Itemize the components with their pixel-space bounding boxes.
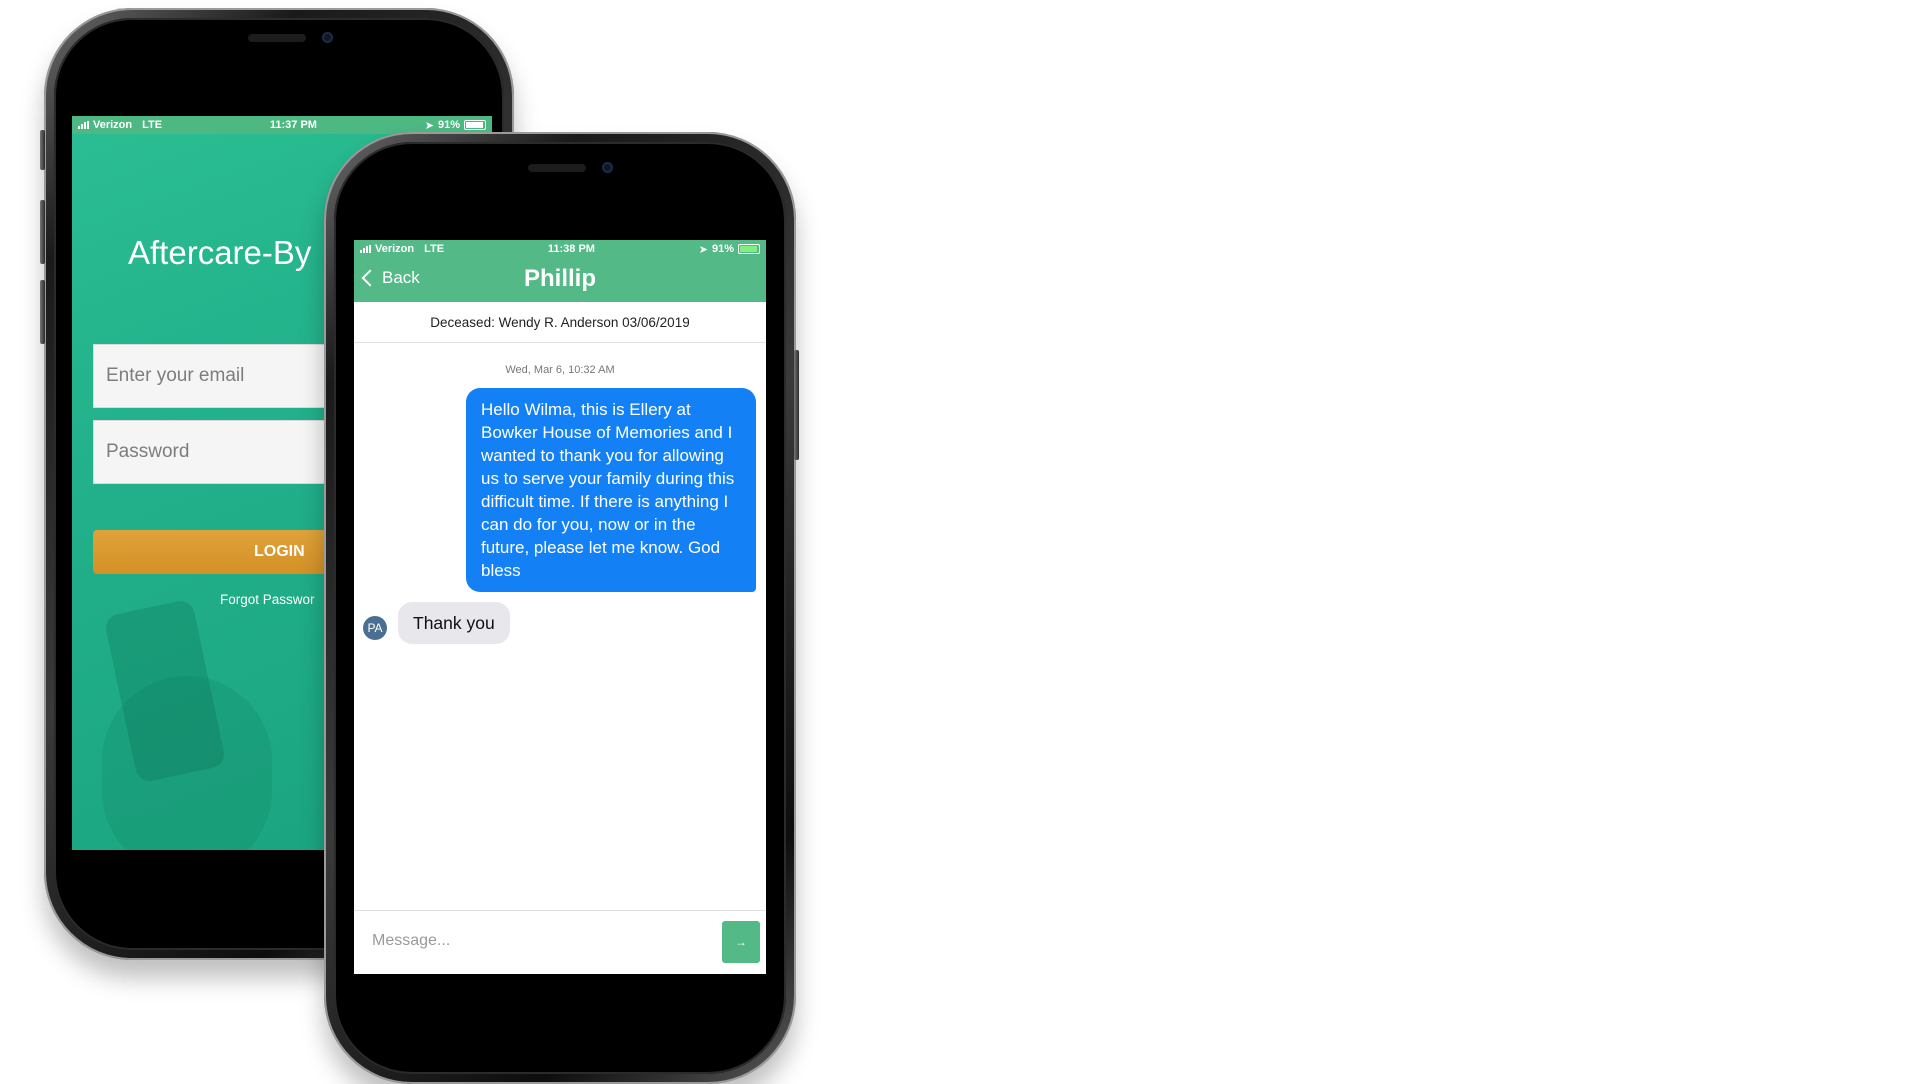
battery-percent: 91% (437, 119, 460, 131)
nav-bar: Back Phillip (354, 258, 766, 302)
front-camera (322, 32, 333, 43)
volume-down-button (40, 280, 45, 344)
clock: 11:38 PM (547, 243, 595, 255)
message-timestamp: Wed, Mar 6, 10:32 AM (505, 364, 615, 376)
location-icon: ➤ (424, 119, 434, 132)
app-title: Aftercare-By (128, 234, 312, 271)
conversation-title: Phillip (524, 265, 596, 292)
message-composer: → (354, 910, 766, 974)
outgoing-message-bubble: Hello Wilma, this is Ellery at Bowker Ho… (466, 388, 756, 592)
send-button[interactable]: → (722, 921, 760, 963)
network-label: LTE (424, 243, 445, 255)
speaker-grille (528, 164, 586, 172)
speaker-grille (248, 34, 306, 42)
incoming-message-bubble: Thank you (398, 602, 510, 644)
network-label: LTE (142, 119, 163, 131)
battery-icon (738, 244, 760, 254)
chat-screen: Verizon LTE 11:38 PM ➤ 91% Back Phillip … (354, 240, 766, 974)
carrier-label: Verizon (93, 119, 133, 131)
message-input[interactable] (370, 925, 714, 957)
clock: 11:37 PM (269, 119, 317, 131)
deceased-banner: Deceased: Wendy R. Anderson 03/06/2019 (354, 302, 766, 343)
front-camera (602, 162, 613, 173)
side-button (794, 350, 799, 460)
carrier-label: Verizon (375, 243, 415, 255)
signal-icon (78, 121, 89, 129)
signal-icon (360, 245, 371, 253)
volume-up-button (40, 200, 45, 264)
avatar: PA (363, 616, 387, 640)
mute-switch (40, 130, 45, 170)
battery-percent: 91% (711, 243, 734, 255)
battery-icon (464, 120, 486, 130)
status-bar: Verizon LTE 11:38 PM ➤ 91% (354, 240, 766, 258)
location-icon: ➤ (698, 243, 708, 256)
forgot-password-link[interactable]: Forgot Passwor (220, 592, 315, 607)
arrow-right-icon: → (735, 935, 747, 949)
